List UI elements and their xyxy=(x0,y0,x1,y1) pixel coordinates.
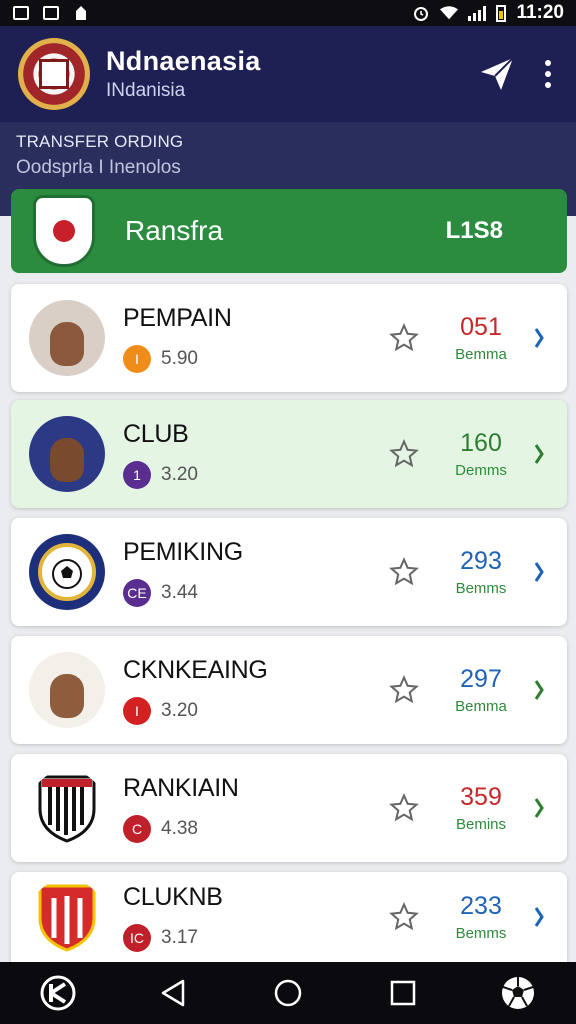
item-name: PEMIKING xyxy=(123,537,243,566)
list-item[interactable]: CKNKEAING I 3.20 297 Bemma xyxy=(11,636,567,744)
chevron-right-icon[interactable] xyxy=(529,906,549,928)
item-score: 297 xyxy=(460,665,502,693)
item-name: CLUKNB xyxy=(123,882,223,911)
status-notification-icons xyxy=(12,5,90,21)
player-avatar xyxy=(29,300,105,376)
chevron-right-icon[interactable] xyxy=(529,327,549,349)
list-item[interactable]: CLUB 1 3.20 160 Demms xyxy=(11,400,567,508)
item-rating: 3.17 xyxy=(161,926,198,948)
chevron-right-icon[interactable] xyxy=(529,797,549,819)
item-score: 233 xyxy=(460,892,502,920)
section-subtitle: Oodsprla I Inenolos xyxy=(16,157,181,178)
player-avatar xyxy=(29,652,105,728)
signal-icon xyxy=(468,5,487,21)
alarm-icon xyxy=(412,5,430,21)
rank-badge: IC xyxy=(123,923,151,952)
list-item[interactable]: PEMIKING CE 3.44 293 Bemms xyxy=(11,518,567,626)
club-crest-avatar xyxy=(29,770,105,846)
club-crest-avatar xyxy=(29,534,105,610)
app-home-icon[interactable] xyxy=(30,965,86,1021)
favorite-star-icon[interactable] xyxy=(387,791,421,825)
rank-badge: CE xyxy=(123,578,151,607)
chevron-right-icon[interactable] xyxy=(529,679,549,701)
favorite-star-icon[interactable] xyxy=(387,673,421,707)
item-score: 051 xyxy=(460,313,502,341)
transfer-banner[interactable]: Ransfra L1S8 xyxy=(11,189,567,273)
list-item[interactable]: CLUKNB IC 3.17 233 Bemms xyxy=(11,872,567,962)
item-score: 359 xyxy=(460,783,502,811)
favorite-star-icon[interactable] xyxy=(387,437,421,471)
score-label: Bemins xyxy=(455,816,507,833)
rank-badge: I xyxy=(123,344,151,373)
list-item[interactable]: RANKIAIN C 4.38 359 Bemins xyxy=(11,754,567,862)
navigation-bar xyxy=(0,962,576,1024)
item-score: 293 xyxy=(460,547,502,575)
rank-badge: 1 xyxy=(123,460,151,489)
recents-icon[interactable] xyxy=(375,965,431,1021)
soccer-ball-icon[interactable] xyxy=(490,965,546,1021)
list-item[interactable]: PEMPAIN I 5.90 051 Bemma xyxy=(11,284,567,392)
favorite-star-icon[interactable] xyxy=(387,321,421,355)
item-score: 160 xyxy=(460,429,502,457)
back-icon[interactable] xyxy=(145,965,201,1021)
item-rating: 3.20 xyxy=(161,699,198,721)
score-label: Bemma xyxy=(455,698,507,715)
status-time: 11:20 xyxy=(516,2,564,23)
section-header: TRANSFER ORDING Oodsprla I Inenolos xyxy=(0,122,576,186)
chevron-right-icon[interactable] xyxy=(529,443,549,465)
app-title: Ndnaenasia xyxy=(106,46,261,76)
status-system-icons: 11:20 xyxy=(412,2,564,24)
club-logo xyxy=(33,195,95,267)
item-rating: 5.90 xyxy=(161,347,198,369)
banner-title: Ransfra xyxy=(125,215,224,246)
score-label: Bemms xyxy=(455,580,507,597)
banner-value: L1S8 xyxy=(445,217,503,244)
status-bar: 11:20 xyxy=(0,0,576,26)
rank-badge: C xyxy=(123,814,151,843)
section-title: TRANSFER ORDING xyxy=(16,132,184,151)
home-icon[interactable] xyxy=(260,965,316,1021)
item-name: CKNKEAING xyxy=(123,655,268,684)
item-rating: 3.44 xyxy=(161,581,198,603)
rank-badge: I xyxy=(123,696,151,725)
app-notification-icon xyxy=(72,5,90,21)
item-name: RANKIAIN xyxy=(123,773,239,802)
battery-icon xyxy=(496,4,507,22)
item-rating: 4.38 xyxy=(161,817,198,839)
item-rating: 3.20 xyxy=(161,463,198,485)
player-avatar xyxy=(29,416,105,492)
more-options-icon[interactable] xyxy=(538,51,558,97)
mail-notification-icon xyxy=(42,5,60,21)
app-bar: Ndnaenasia INdanisia xyxy=(0,26,576,122)
chevron-right-icon[interactable] xyxy=(529,561,549,583)
gallery-notification-icon xyxy=(12,5,30,21)
item-name: CLUB xyxy=(123,419,189,448)
favorite-star-icon[interactable] xyxy=(387,900,421,934)
favorite-star-icon[interactable] xyxy=(387,555,421,589)
score-label: Demms xyxy=(455,462,507,479)
national-crest-logo xyxy=(18,38,90,110)
send-icon[interactable] xyxy=(474,51,520,97)
item-name: PEMPAIN xyxy=(123,303,232,332)
wifi-icon xyxy=(440,5,459,21)
score-label: Bemms xyxy=(455,925,507,942)
app-subtitle: INdanisia xyxy=(106,80,186,101)
club-crest-avatar xyxy=(29,879,105,955)
score-label: Bemma xyxy=(455,346,507,363)
